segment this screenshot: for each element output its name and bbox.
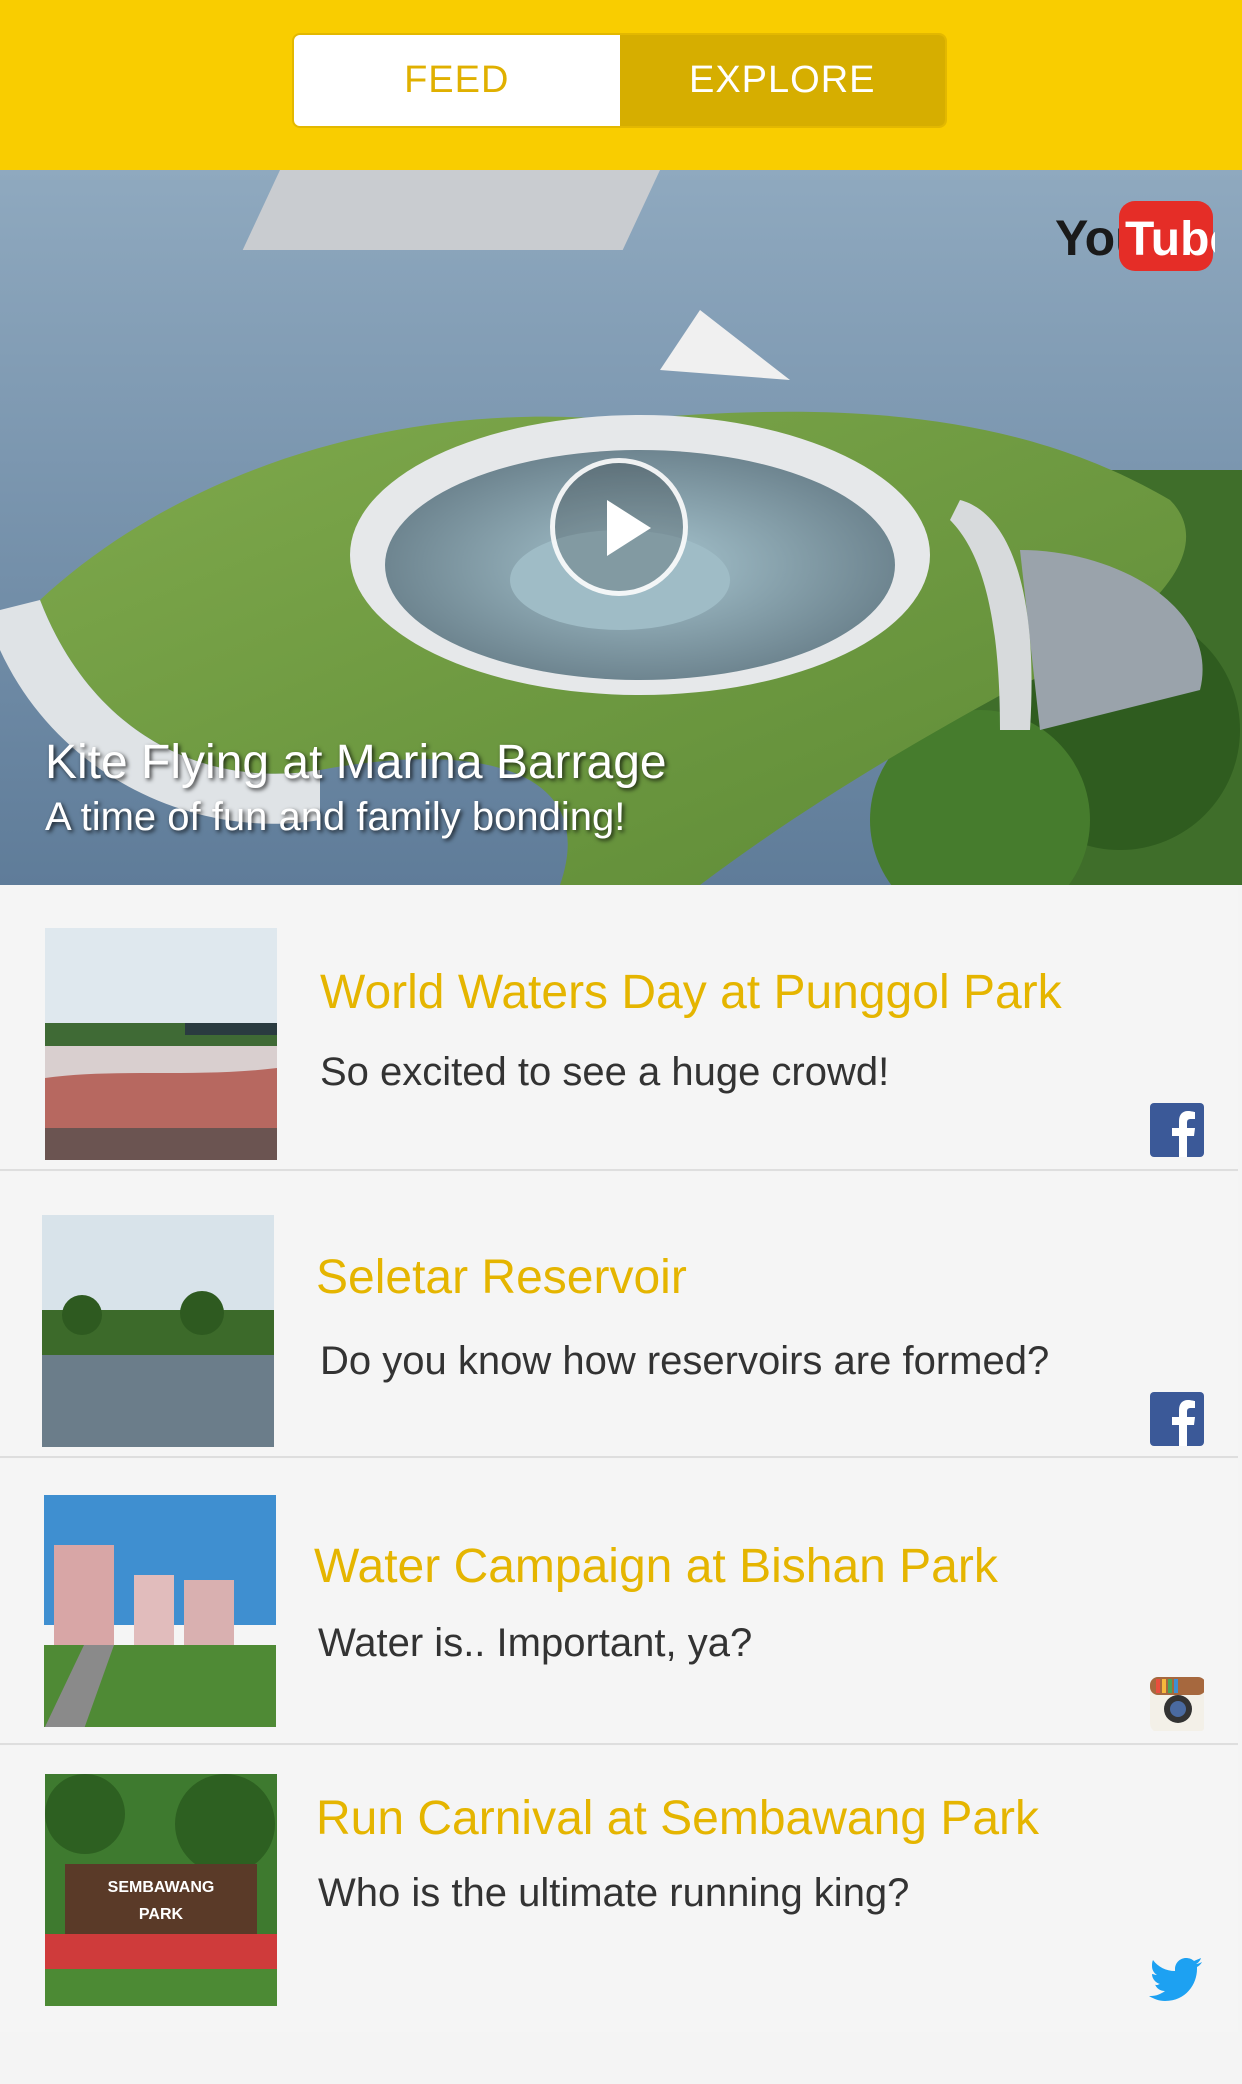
thumbnail-image [44,1495,276,1727]
item-title: Run Carnival at Sembawang Park [316,1792,1040,1845]
list-item[interactable]: Seletar Reservoir Do you know how reserv… [0,1172,1238,1458]
item-title: World Waters Day at Punggol Park [320,966,1062,1019]
youtube-icon: You Tube [1055,201,1215,271]
list-item[interactable]: Water Campaign at Bishan Park Water is..… [0,1459,1238,1745]
item-title: Water Campaign at Bishan Park [314,1540,998,1593]
facebook-icon [1150,1392,1204,1446]
thumb-sign-line1: SEMBAWANG [108,1879,215,1896]
thumb-sign-line2: PARK [139,1906,184,1923]
tab-explore[interactable]: EXPLORE [619,35,945,126]
item-text: Do you know how reservoirs are formed? [320,1339,1050,1383]
featured-video-card[interactable]: You Tube Kite Flying at Marina Barrage A… [0,170,1242,885]
thumbnail-image: SEMBAWANG PARK [45,1774,277,2006]
instagram-icon [1150,1677,1204,1731]
facebook-icon [1150,1103,1204,1157]
twitter-icon [1149,1958,1202,2001]
tab-feed[interactable]: FEED [294,35,620,126]
item-title: Seletar Reservoir [316,1251,687,1304]
item-text: Who is the ultimate running king? [318,1871,910,1915]
thumbnail-image [42,1215,274,1447]
thumbnail-image [45,928,277,1160]
list-item[interactable]: SEMBAWANG PARK Run Carnival at Sembawang… [0,1746,1238,2032]
play-icon[interactable] [550,458,688,596]
hero-title: Kite Flying at Marina Barrage [45,736,667,789]
item-text: Water is.. Important, ya? [318,1621,753,1665]
hero-subtitle: A time of fun and family bonding! [45,795,626,839]
feed-explore-toggle: FEED EXPLORE [292,33,947,128]
top-bar: FEED EXPLORE [0,0,1242,170]
item-text: So excited to see a huge crowd! [320,1050,890,1094]
youtube-logo-box-text: Tube [1125,213,1215,266]
list-item[interactable]: World Waters Day at Punggol Park So exci… [0,885,1238,1171]
